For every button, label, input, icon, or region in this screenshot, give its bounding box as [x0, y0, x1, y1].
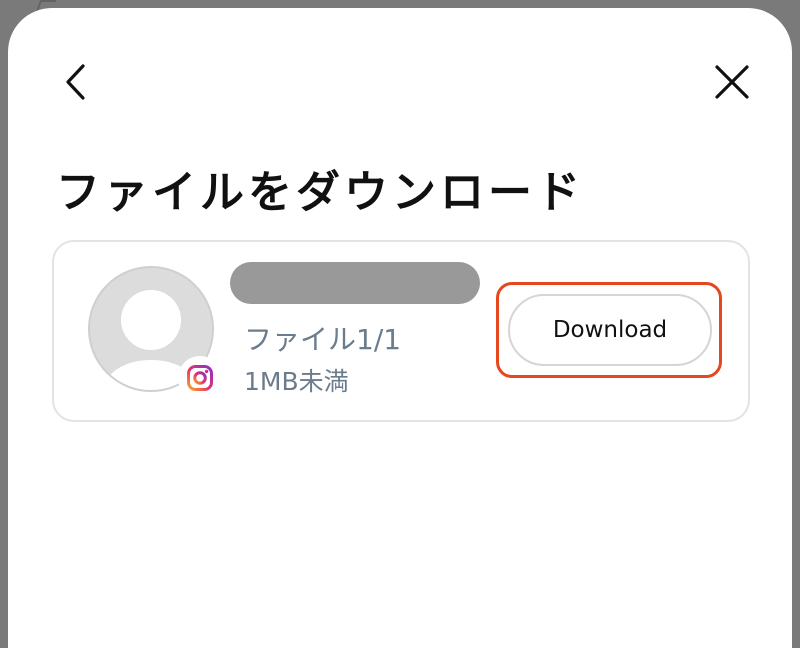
redacted-file-name: [230, 262, 480, 304]
page-title: ファイルをダウンロード: [56, 167, 584, 218]
close-icon: [715, 65, 749, 99]
file-card: ファイル1/1 1MB未満 Download: [52, 240, 750, 422]
source-badge: [178, 356, 222, 400]
close-button[interactable]: [708, 58, 756, 106]
instagram-icon: [187, 365, 213, 391]
back-button[interactable]: [52, 58, 100, 106]
chevron-left-icon: [66, 64, 85, 100]
download-dialog-sheet: ファイルをダウンロード ファイル1/1 1MB未満 Download: [8, 8, 792, 648]
file-count-label: ファイル1/1: [244, 323, 402, 356]
download-button[interactable]: Download: [508, 294, 712, 366]
file-size-label: 1MB未満: [244, 367, 349, 396]
